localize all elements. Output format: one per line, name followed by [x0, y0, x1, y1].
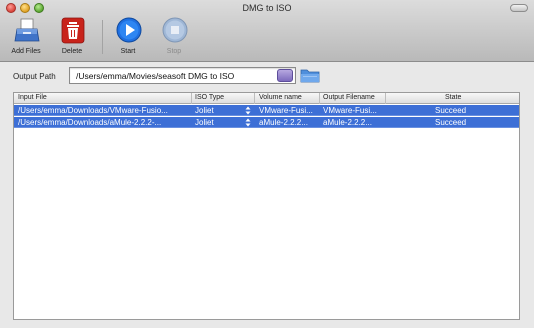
add-files-icon	[14, 18, 40, 42]
column-divider	[385, 93, 386, 104]
cell-iso-type[interactable]: Joliet	[195, 106, 235, 115]
column-divider	[319, 93, 320, 104]
stepper-arrows-icon[interactable]	[245, 106, 251, 115]
stop-label: Stop	[166, 48, 182, 55]
play-icon	[116, 17, 142, 43]
cell-state: Succeed	[435, 106, 467, 115]
stop-button[interactable]: Stop	[154, 17, 194, 59]
stepper-arrows-icon[interactable]	[245, 118, 251, 127]
output-path-field[interactable]: /Users/emma/Movies/seasoft DMG to ISO	[69, 67, 296, 84]
table-header: Input File ISO Type Volume name Output F…	[14, 93, 519, 104]
column-header-volume-name[interactable]: Volume name	[259, 94, 302, 101]
cell-iso-type[interactable]: Joliet	[195, 118, 235, 127]
start-label: Start	[120, 48, 136, 55]
column-divider	[254, 93, 255, 104]
cell-input-file: /Users/emma/Downloads/VMware-Fusio...	[18, 106, 168, 115]
start-button[interactable]: Start	[108, 17, 148, 59]
cell-output-filename[interactable]: aMule-2.2.2...	[323, 118, 383, 127]
column-header-input-file[interactable]: Input File	[18, 94, 47, 101]
cell-input-file: /Users/emma/Downloads/aMule-2.2.2-...	[18, 118, 162, 127]
delete-button[interactable]: Delete	[52, 17, 92, 59]
cell-output-filename[interactable]: VMware-Fusi...	[323, 106, 383, 115]
cell-state: Succeed	[435, 118, 467, 127]
column-header-output-filename[interactable]: Output Filename	[323, 94, 375, 101]
toolbar-separator	[102, 20, 103, 54]
table-row[interactable]: /Users/emma/Downloads/VMware-Fusio... Jo…	[14, 105, 519, 116]
folder-icon[interactable]	[300, 66, 320, 84]
table-row[interactable]: /Users/emma/Downloads/aMule-2.2.2-... Jo…	[14, 117, 519, 128]
column-header-iso-type[interactable]: ISO Type	[195, 94, 224, 101]
delete-label: Delete	[61, 48, 83, 55]
add-files-button[interactable]: Add Files	[6, 17, 46, 59]
app-window: DMG to ISO Add Files Delete Start Stop O…	[0, 0, 534, 328]
column-divider	[191, 93, 192, 104]
cell-volume-name[interactable]: aMule-2.2.2...	[259, 118, 317, 127]
output-path-label: Output Path	[13, 72, 56, 81]
toolbar-toggle-button[interactable]	[510, 4, 528, 12]
reveal-icon[interactable]	[277, 69, 293, 82]
window-title: DMG to ISO	[242, 3, 292, 13]
title-toolbar: DMG to ISO Add Files Delete Start Stop	[0, 0, 534, 62]
add-files-label: Add Files	[11, 48, 41, 55]
column-header-state[interactable]: State	[445, 94, 461, 101]
file-table[interactable]: Input File ISO Type Volume name Output F…	[13, 92, 520, 320]
stop-icon	[162, 17, 188, 43]
cell-volume-name[interactable]: VMware-Fusi...	[259, 106, 317, 115]
trash-icon	[61, 17, 85, 44]
